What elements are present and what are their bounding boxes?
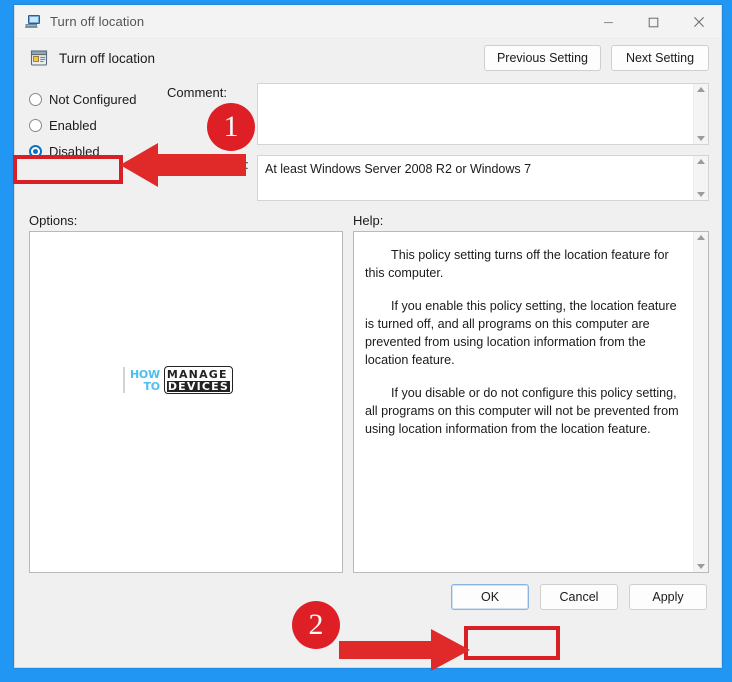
comment-row: Comment:	[167, 83, 709, 145]
desktop-background: Turn off location Turn off location Prev…	[0, 0, 732, 682]
howtomanagedevices-watermark-logo: HOW TO MANAGE DEVICES	[123, 366, 233, 394]
help-scrollbar[interactable]	[693, 232, 708, 572]
scroll-up-icon[interactable]	[697, 159, 705, 164]
help-paragraph: If you enable this policy setting, the l…	[365, 298, 677, 368]
supported-on-label: Supported on:	[167, 157, 249, 172]
supported-on-row: Supported on: At least Windows Server 20…	[167, 155, 709, 201]
radio-indicator	[29, 92, 42, 106]
radio-enabled[interactable]: Enabled	[29, 112, 167, 138]
supported-on-textbox[interactable]: At least Windows Server 2008 R2 or Windo…	[257, 155, 709, 201]
policy-name: Turn off location	[59, 50, 156, 66]
cancel-button[interactable]: Cancel	[540, 584, 618, 611]
ok-button[interactable]: OK	[451, 584, 529, 611]
panels-container: HOW TO MANAGE DEVICES This policy settin…	[15, 231, 721, 573]
policy-state-radio-group: Not Configured Enabled Disabled	[29, 83, 167, 201]
options-label: Options:	[29, 213, 78, 228]
radio-not-configured[interactable]: Not Configured	[29, 86, 167, 112]
scroll-down-icon[interactable]	[697, 136, 705, 141]
watermark-line2: TO	[143, 379, 161, 393]
watermark-word1: MANAGE	[166, 367, 228, 381]
minimize-button[interactable]	[586, 5, 631, 39]
group-policy-setting-dialog: Turn off location Turn off location Prev…	[14, 5, 722, 668]
watermark-badge: MANAGE DEVICES	[163, 366, 233, 394]
watermark-bar	[123, 367, 126, 393]
help-panel[interactable]: This policy setting turns off the locati…	[353, 231, 709, 573]
help-paragraph: If you disable or do not configure this …	[365, 385, 679, 437]
title-bar[interactable]: Turn off location	[15, 5, 721, 39]
apply-button[interactable]: Apply	[629, 584, 707, 611]
radio-label: Disabled	[49, 143, 100, 159]
comment-scrollbar[interactable]	[693, 84, 708, 144]
radio-disabled[interactable]: Disabled	[29, 138, 167, 164]
computer-monitor-icon	[24, 13, 41, 30]
radio-indicator	[29, 118, 42, 132]
maximize-button[interactable]	[631, 5, 676, 39]
field-spacer	[167, 145, 709, 155]
watermark-line1: HOW	[130, 367, 160, 381]
setting-navigation: Previous Setting Next Setting	[483, 44, 709, 72]
metadata-fields: Comment: Supported on: At least Windows …	[167, 83, 709, 201]
scroll-down-icon[interactable]	[697, 564, 705, 569]
help-label: Help:	[353, 213, 384, 228]
scroll-down-icon[interactable]	[697, 192, 705, 197]
radio-label: Enabled	[49, 117, 97, 133]
help-text: This policy setting turns off the locati…	[354, 232, 693, 572]
supported-on-scrollbar[interactable]	[693, 156, 708, 200]
watermark-howto: HOW TO	[130, 369, 160, 392]
radio-label: Not Configured	[49, 91, 137, 107]
previous-setting-button[interactable]: Previous Setting	[483, 44, 601, 72]
comment-value[interactable]	[258, 84, 693, 144]
window-controls	[586, 5, 721, 39]
watermark-word2: DEVICES	[166, 379, 230, 393]
supported-on-value: At least Windows Server 2008 R2 or Windo…	[265, 162, 532, 176]
help-paragraph: This policy setting turns off the locati…	[365, 248, 669, 281]
radio-indicator	[29, 144, 42, 158]
scroll-up-icon[interactable]	[697, 87, 705, 92]
comment-label: Comment:	[167, 85, 227, 100]
options-panel[interactable]: HOW TO MANAGE DEVICES	[29, 231, 343, 573]
panel-labels: Options: Help:	[15, 207, 721, 231]
policy-header: Turn off location Previous Setting Next …	[15, 39, 721, 77]
comment-textbox[interactable]	[257, 83, 709, 145]
window-title: Turn off location	[50, 14, 145, 29]
close-button[interactable]	[676, 5, 721, 39]
state-and-metadata-row: Not Configured Enabled Disabled Comment:	[15, 77, 721, 207]
dialog-button-bar: OK Cancel Apply	[15, 573, 721, 611]
scroll-up-icon[interactable]	[697, 235, 705, 240]
next-setting-button[interactable]: Next Setting	[611, 44, 709, 72]
group-policy-setting-icon	[29, 48, 49, 68]
